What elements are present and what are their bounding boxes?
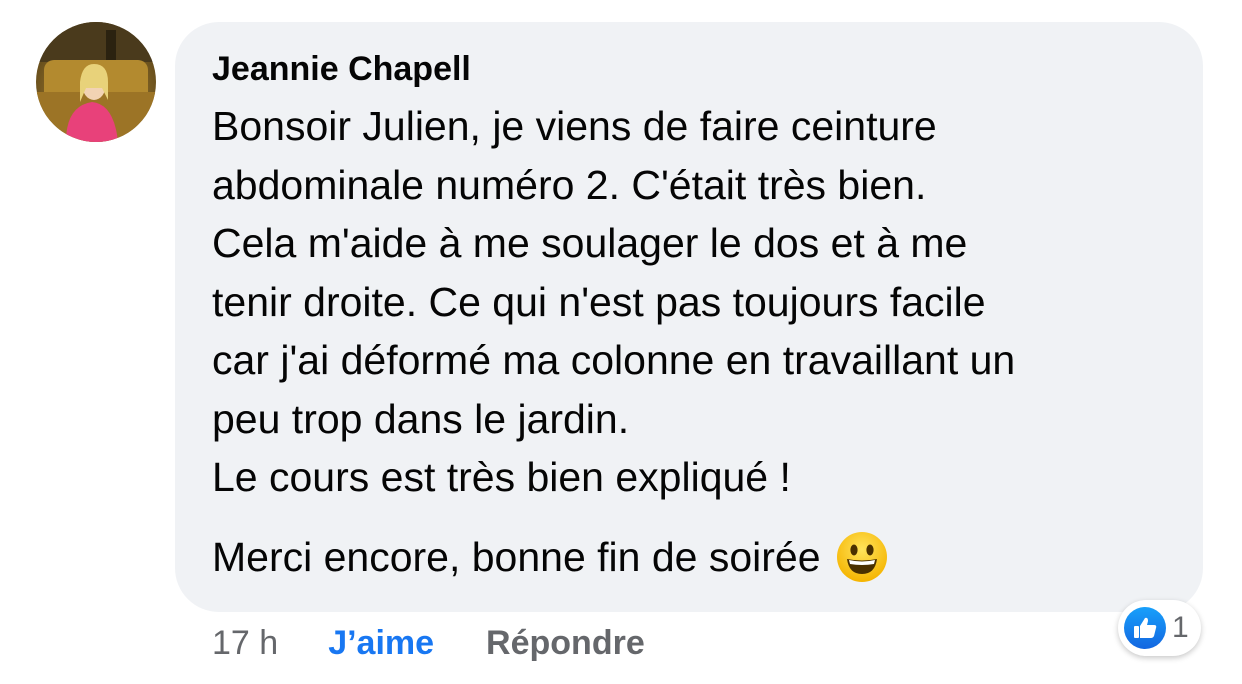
- comment-body: Bonsoir Julien, je viens de faire ceintu…: [212, 97, 1197, 507]
- reaction-summary[interactable]: 1: [1118, 600, 1201, 656]
- comment-line: car j'ai déformé ma colonne en travailla…: [212, 337, 1016, 383]
- comment-line: abdominale numéro 2. C'était très bien.: [212, 161, 927, 208]
- comment-container: Jeannie Chapell Bonsoir Julien, je viens…: [0, 0, 1242, 684]
- comment-line: Cela m'aide à me soulager le dos et à me: [212, 220, 968, 266]
- thumbs-up-icon: [1124, 607, 1166, 649]
- comment-timestamp[interactable]: 17 h: [212, 624, 278, 663]
- avatar[interactable]: [36, 22, 156, 142]
- comment-line: tenir droite. Ce qui n'est pas toujours …: [212, 278, 986, 325]
- comment-line: peu trop dans le jardin.: [212, 395, 630, 442]
- profile-photo: [36, 22, 156, 142]
- comment-closing-text: Merci encore, bonne fin de soirée: [212, 534, 821, 580]
- comment-closing-line: Merci encore, bonne fin de soirée: [212, 528, 889, 586]
- grinning-face-emoji-icon: [835, 530, 889, 584]
- comment-author[interactable]: Jeannie Chapell: [212, 48, 471, 90]
- reaction-count: 1: [1172, 611, 1189, 644]
- comment-actions: 17 h J’aime Répondre: [212, 620, 645, 666]
- comment-line: Le cours est très bien expliqué !: [212, 454, 791, 500]
- reply-button[interactable]: Répondre: [486, 624, 645, 663]
- like-button[interactable]: J’aime: [328, 624, 434, 663]
- comment-line: Bonsoir Julien, je viens de faire ceintu…: [212, 103, 937, 149]
